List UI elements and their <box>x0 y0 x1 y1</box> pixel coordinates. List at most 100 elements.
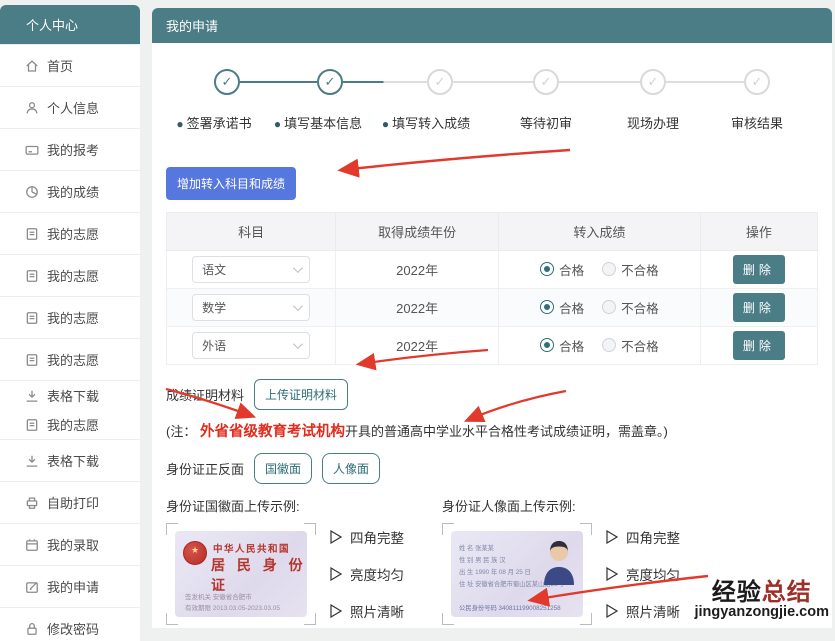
sidebar-item-label: 我的志愿 <box>47 418 100 433</box>
table-row: 数学 2022年 合格 不合格 删除 <box>165 288 819 327</box>
sidebar-item-wishes-2[interactable]: 我的志愿 <box>0 254 140 296</box>
step-circle-3: ✓ <box>427 69 453 95</box>
sidebar-item-form-download-1[interactable]: 表格下载 <box>0 380 140 410</box>
step-circle-5: ✓ <box>640 69 666 95</box>
column-header-year: 取得成绩年份 <box>335 212 499 251</box>
note-highlight: 外省省级教育考试机构 <box>199 424 345 440</box>
fail-radio[interactable]: 不合格 <box>602 260 659 279</box>
home-icon <box>25 59 39 73</box>
card-name-text: 姓 名 张某某 <box>459 545 494 552</box>
national-emblem-icon <box>183 541 207 565</box>
portrait-side-button[interactable]: 人像面 <box>322 453 381 484</box>
emblem-side-button[interactable]: 国徽面 <box>254 453 313 484</box>
sidebar-item-application[interactable]: 我的申请 <box>0 565 140 607</box>
delete-button[interactable]: 删除 <box>732 293 785 322</box>
sidebar-item-label: 我的报考 <box>47 143 100 158</box>
triangle-icon <box>330 530 342 544</box>
chart-icon <box>25 185 39 199</box>
watermark: 经验总结 jingyanzongjie.com <box>694 580 829 620</box>
step-label-3: ● 填写转入成绩 <box>381 116 471 131</box>
pass-radio[interactable]: 合格 <box>540 336 584 355</box>
step-label-6: 审核结果 <box>730 116 783 131</box>
sidebar-item-label: 表格下载 <box>47 389 100 404</box>
proof-label: 成绩证明材料 <box>166 388 245 403</box>
main-panel: 我的申请 ✓ ✓ ✓ ✓ ✓ ✓ ● 签署承诺书 ● 填写基本信息 ● 填写转入成绩 … <box>152 8 832 628</box>
user-icon <box>25 101 39 115</box>
tip-label: 亮度均匀 <box>350 568 404 583</box>
column-header-action: 操作 <box>699 212 819 251</box>
lock-icon <box>25 622 39 636</box>
fail-radio[interactable]: 不合格 <box>602 336 659 355</box>
radio-icon <box>602 300 617 315</box>
sidebar-item-label: 我的志愿 <box>47 227 100 242</box>
score-radio-group: 合格 不合格 <box>540 336 659 355</box>
subject-select[interactable]: 语文 <box>192 256 311 283</box>
calendar-icon <box>25 538 39 552</box>
sidebar-item-wishes-3[interactable]: 我的志愿 <box>0 296 140 338</box>
sidebar-item-profile[interactable]: 个人信息 <box>0 86 140 128</box>
tip-label: 四角完整 <box>626 531 680 546</box>
upload-proof-button[interactable]: 上传证明材料 <box>254 379 349 410</box>
sidebar-item-label: 我的成绩 <box>47 185 100 200</box>
card-issue-text: 签发机关 安徽省合肥市 <box>185 594 252 601</box>
chevron-down-icon <box>293 263 303 274</box>
sidebar: 个人中心 首页 个人信息 我的报考 我的成绩 我的志愿 我的志愿 我的志愿 我的… <box>0 5 140 641</box>
triangle-icon <box>330 604 342 618</box>
doc-icon <box>25 227 39 241</box>
idcard-emblem-example: 中华人民共和国 居 民 身 份 证 签发机关 安徽省合肥市 有效期限 2013.… <box>175 531 307 617</box>
sidebar-item-home[interactable]: 首页 <box>0 44 140 86</box>
step-circle-4: ✓ <box>533 69 559 95</box>
fail-radio[interactable]: 不合格 <box>602 298 659 317</box>
sidebar-item-self-print[interactable]: 自助打印 <box>0 481 140 523</box>
page-title: 我的申请 <box>152 8 832 43</box>
delete-button[interactable]: 删除 <box>732 255 785 284</box>
stepper-connector <box>240 81 317 83</box>
step-bullet: ● <box>273 117 282 131</box>
card-idnumber-text: 公民身份号码 340811199008251258 <box>459 605 561 612</box>
triangle-icon <box>606 530 618 544</box>
card-icon <box>25 143 39 157</box>
stepper-connector <box>343 81 427 83</box>
stepper-connector <box>453 81 534 83</box>
sidebar-item-admission[interactable]: 我的录取 <box>0 523 140 565</box>
sidebar-item-form-download-2[interactable]: 表格下载 <box>0 439 140 481</box>
chevron-down-icon <box>293 301 303 312</box>
download-icon <box>25 389 39 403</box>
doc-icon <box>25 418 39 432</box>
portrait-photo <box>544 541 574 585</box>
step-circle-1: ✓ <box>214 69 240 95</box>
tip-label: 照片清晰 <box>350 605 404 620</box>
emblem-card-frame: 中华人民共和国 居 民 身 份 证 签发机关 安徽省合肥市 有效期限 2013.… <box>166 523 316 625</box>
table-row: 外语 2022年 合格 不合格 删除 <box>165 326 819 365</box>
chevron-down-icon <box>293 339 303 350</box>
proof-note: (注： 外省省级教育考试机构开具的普通高中学业水平合格性考试成绩证明，需盖章。) <box>166 424 668 440</box>
pass-radio[interactable]: 合格 <box>540 298 584 317</box>
subject-select[interactable]: 数学 <box>192 294 311 321</box>
sidebar-item-label: 自助打印 <box>47 496 100 511</box>
pass-radio[interactable]: 合格 <box>540 260 584 279</box>
edit-icon <box>25 580 39 594</box>
tip-label: 亮度均匀 <box>626 568 680 583</box>
radio-icon <box>540 338 555 353</box>
sidebar-item-wishes-5[interactable]: 我的志愿 <box>0 410 140 439</box>
radio-icon <box>602 262 617 277</box>
sidebar-item-wishes-1[interactable]: 我的志愿 <box>0 212 140 254</box>
upload-tips: 四角完整 亮度均匀 照片清晰 <box>606 527 680 621</box>
add-subject-button[interactable]: 增加转入科目和成绩 <box>166 167 297 200</box>
delete-button[interactable]: 删除 <box>732 331 785 360</box>
sidebar-item-wishes-4[interactable]: 我的志愿 <box>0 338 140 380</box>
sidebar-item-scores[interactable]: 我的成绩 <box>0 170 140 212</box>
column-header-subject: 科目 <box>165 212 337 251</box>
triangle-icon <box>330 567 342 581</box>
sidebar-item-registration[interactable]: 我的报考 <box>0 128 140 170</box>
triangle-icon <box>606 604 618 618</box>
sidebar-item-label: 我的志愿 <box>47 269 100 284</box>
sidebar-item-change-password[interactable]: 修改密码 <box>0 607 140 641</box>
table-header-row: 科目 取得成绩年份 转入成绩 操作 <box>165 212 819 251</box>
subject-select[interactable]: 外语 <box>192 332 311 359</box>
year-cell: 2022年 <box>335 326 499 365</box>
step-circle-2: ✓ <box>317 69 343 95</box>
score-radio-group: 合格 不合格 <box>540 298 659 317</box>
card-title-text: 居 民 身 份 证 <box>211 557 307 593</box>
sidebar-item-label: 我的申请 <box>47 580 100 595</box>
